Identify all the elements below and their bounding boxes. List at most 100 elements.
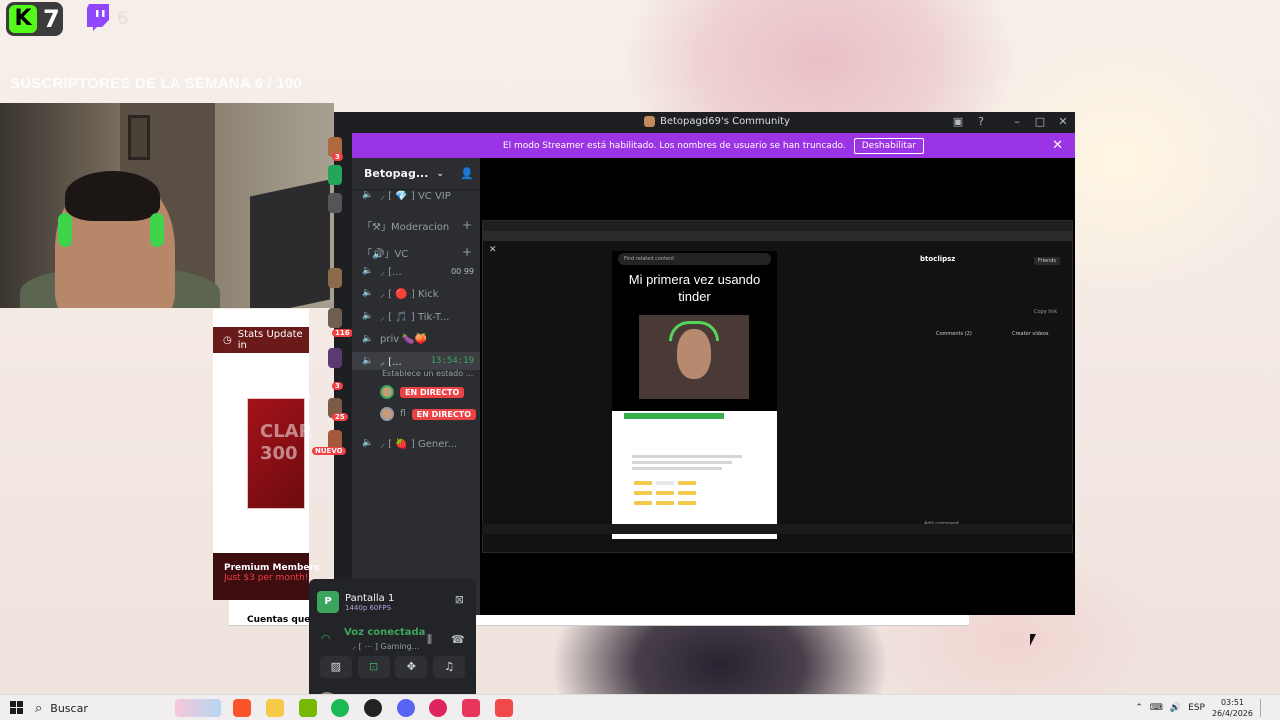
mouse-cursor-icon [1030, 634, 1036, 646]
disconnect-icon[interactable]: ☎ [451, 633, 465, 646]
server-badge: 3 [332, 153, 343, 161]
close-icon[interactable]: ✕ [489, 245, 497, 255]
stop-stream-icon[interactable]: ⊠ [455, 593, 464, 606]
search-highlight-icon[interactable] [175, 699, 221, 717]
show-desktop-button[interactable] [1260, 699, 1268, 717]
stream-title: Pantalla 1 [345, 592, 395, 604]
add-channel-icon[interactable]: + [462, 245, 472, 259]
status-placeholder[interactable]: Establece un estado ... [382, 369, 473, 378]
streamer-mode-text: El modo Streamer está habilitado. Los no… [502, 140, 846, 151]
channel-sidebar: Betopag... ⌄ 👤 🔈 ⸝ [ 💎 ] VC VIP 「⚒」Moder… [352, 158, 480, 615]
channel-priv[interactable]: 🔈 priv 🍆🍑 [352, 330, 480, 348]
server-icon[interactable] [328, 348, 342, 368]
windows-taskbar: ⌕ Buscar ⌃ ⌨ 🔊 ESP 03:51 26/4/2026 [0, 694, 1280, 720]
headset-icon [58, 213, 72, 247]
add-user-icon[interactable]: 👤 [460, 167, 474, 180]
server-icon[interactable] [328, 268, 342, 288]
server-badge: 25 [332, 413, 348, 421]
app-icon[interactable] [495, 699, 513, 717]
twitch-icon [87, 4, 109, 31]
promo-thumbnail[interactable]: CLAR 300 [247, 398, 312, 509]
avatar [380, 407, 394, 421]
noise-suppression-icon[interactable]: ⫼ [427, 633, 432, 647]
voice-connected-label[interactable]: Voz conectada [344, 627, 425, 638]
search-label: Buscar [50, 701, 88, 715]
spotify-icon[interactable] [331, 699, 349, 717]
close-icon[interactable]: ✕ [1056, 115, 1070, 129]
server-badge: 3 [332, 382, 343, 390]
live-badge: EN DIRECTO [400, 386, 465, 398]
discord-icon[interactable] [397, 699, 415, 717]
video-frame [639, 315, 749, 399]
browser-tabs [483, 221, 1072, 231]
webcam-feed [0, 103, 334, 308]
stream-quality: 1440p 60FPS [345, 603, 392, 612]
disable-streamer-button[interactable]: Deshabilitar [853, 137, 925, 154]
premium-banner[interactable]: Premium Members Just $3 per month! [213, 553, 319, 600]
browser-address-bar [483, 231, 1072, 241]
signal-icon: ◠ [321, 632, 331, 645]
streamed-browser: ✕ Find related content Mi primera vez us… [482, 220, 1073, 553]
channel-voice[interactable]: 🔈 ⸝ [... 00 99 [352, 262, 480, 280]
category-moderacion[interactable]: 「⚒」Moderacion + [352, 216, 480, 234]
stream-viewer[interactable]: ✕ Find related content Mi primera vez us… [480, 158, 1075, 615]
stats-update-button[interactable]: ◷ Stats Update in [213, 327, 309, 353]
network-icon[interactable]: ⌨ [1150, 703, 1163, 713]
video-details-panel: btoclipsz Friends Copy link Comments (2)… [908, 251, 1068, 539]
server-icon[interactable] [328, 193, 342, 213]
stream-card[interactable]: P Pantalla 1 1440p 60FPS ⊠ [317, 587, 468, 617]
add-channel-icon[interactable]: + [462, 218, 472, 232]
promo-text: CLAR 300 [260, 421, 313, 464]
window-title: Betopagd69's Community [644, 116, 790, 127]
voice-member-row[interactable]: EN DIRECTO [380, 384, 480, 400]
channel-active-voice[interactable]: 🔈 ⸝ [... 13:54:19 [352, 352, 480, 370]
minimize-icon[interactable]: – [1010, 115, 1024, 129]
channel-general[interactable]: 🔈 ⸝ [ 🍓 ] Gener... [352, 434, 480, 452]
friends-button[interactable]: Friends [1034, 257, 1060, 265]
weekly-subs-goal: SUSCRIPTORES DE LA SEMANA 6 / 100 [10, 75, 302, 92]
system-tray: ⌃ ⌨ 🔊 ESP 03:51 26/4/2026 [1135, 695, 1280, 720]
tab-comments[interactable]: Comments (2) [936, 331, 972, 337]
server-icon[interactable] [328, 308, 342, 328]
call-timer: 13:54:19 [430, 356, 474, 366]
voice-member-row[interactable]: fl EN DIRECTO [380, 406, 480, 422]
soundboard-icon[interactable]: ♫ [433, 656, 466, 678]
chevron-up-icon[interactable]: ⌃ [1135, 703, 1143, 713]
speaker-icon: 🔈 [362, 356, 374, 366]
app-icon[interactable] [462, 699, 480, 717]
maximize-icon[interactable]: □ [1033, 115, 1047, 129]
voice-channel-name[interactable]: ⸝ [ ⋯ ] Gaming... [352, 641, 419, 652]
speaker-icon: 🔈 [362, 190, 374, 200]
camera-off-icon[interactable]: ▨ [319, 656, 352, 678]
voice-connected-row: ◠ Voz conectada ⸝ [ ⋯ ] Gaming... ⫼ ☎ [317, 627, 468, 653]
category-vc[interactable]: 「🔊」VC + [352, 243, 480, 261]
inbox-icon[interactable]: ▣ [951, 115, 965, 129]
file-explorer-icon[interactable] [266, 699, 284, 717]
tiktok-video[interactable]: Find related content Mi primera vez usan… [612, 251, 777, 539]
search-input[interactable]: Find related content [618, 253, 771, 265]
nvidia-icon[interactable] [299, 699, 317, 717]
brave-browser-icon[interactable] [233, 699, 251, 717]
windows-start-icon[interactable] [10, 701, 23, 714]
help-icon[interactable]: ? [974, 115, 988, 129]
screen-share-button[interactable]: ⊡ [357, 656, 390, 678]
premium-price: Just $3 per month! [224, 573, 309, 583]
channel-kick[interactable]: 🔈 ⸝ [ 🔴 ] Kick [352, 284, 480, 302]
obs-icon[interactable] [364, 699, 382, 717]
server-name: Betopag... [364, 167, 429, 180]
channel-tiktok[interactable]: 🔈 ⸝ [ 🎵 ] Tik-T... [352, 307, 480, 325]
channel-vc-vip[interactable]: 🔈 ⸝ [ 💎 ] VC VIP [352, 186, 480, 204]
app-icon[interactable] [429, 699, 447, 717]
server-icon[interactable] [328, 165, 342, 185]
language-indicator[interactable]: ESP [1188, 703, 1205, 713]
copy-link-button[interactable]: Copy link [1034, 309, 1057, 315]
server-list: 3 116 3 25 NUEVO [312, 133, 353, 615]
activities-icon[interactable]: ✥ [395, 656, 428, 678]
channel-name[interactable]: btoclipsz [920, 255, 955, 263]
banner-close-icon[interactable]: ✕ [1052, 138, 1063, 153]
streamed-taskbar [482, 524, 1073, 534]
volume-icon[interactable]: 🔊 [1170, 703, 1181, 713]
tab-creator-videos[interactable]: Creator videos [1012, 331, 1049, 337]
speaker-icon: 🔈 [362, 334, 374, 344]
clock[interactable]: 03:51 26/4/2026 [1212, 697, 1253, 719]
